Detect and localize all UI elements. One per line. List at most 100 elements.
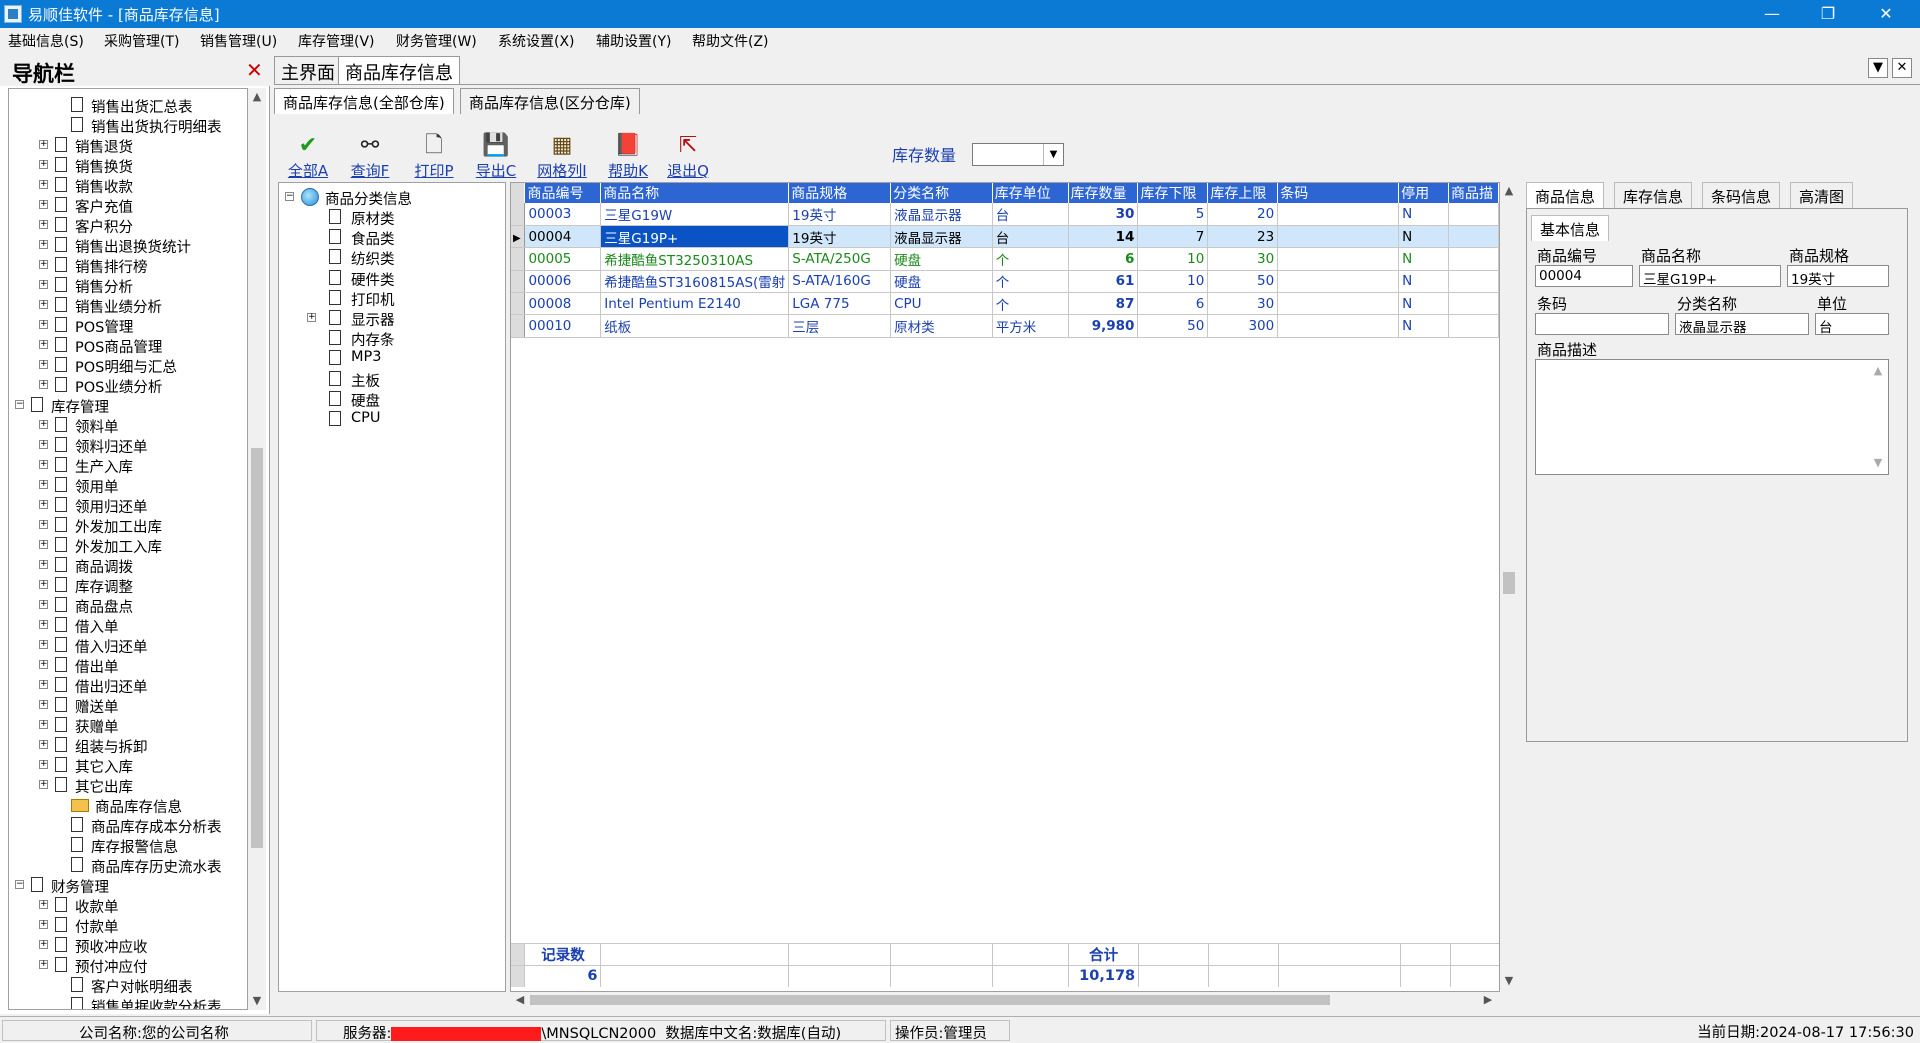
- stock-qty-select[interactable]: ▼: [972, 143, 1064, 166]
- table-cell[interactable]: 个: [992, 292, 1069, 316]
- expand-icon[interactable]: +: [39, 660, 48, 669]
- table-cell[interactable]: N: [1398, 225, 1449, 249]
- nav-item[interactable]: + 销售分析: [9, 275, 247, 296]
- menu-purchase[interactable]: 采购管理(T): [104, 31, 179, 51]
- nav-item[interactable]: + 其它入库: [9, 755, 247, 776]
- table-cell[interactable]: 7: [1137, 225, 1209, 249]
- expand-icon[interactable]: +: [39, 960, 48, 969]
- table-row[interactable]: 00008 Intel Pentium E2140 LGA 775 CPU 个 87 6 30…: [511, 292, 1499, 316]
- table-cell[interactable]: N: [1398, 270, 1449, 294]
- desc-scroll-up-icon[interactable]: ▲: [1870, 364, 1886, 377]
- name-field[interactable]: 三星G19P+: [1639, 265, 1781, 287]
- expand-icon[interactable]: +: [39, 340, 48, 349]
- nav-item[interactable]: + 借出归还单: [9, 675, 247, 696]
- desc-scroll-down-icon[interactable]: ▼: [1870, 456, 1886, 469]
- table-cell[interactable]: 61: [1068, 270, 1139, 294]
- menu-basic-info[interactable]: 基础信息(S): [8, 31, 84, 51]
- subtab-by-warehouse[interactable]: 商品库存信息(区分仓库): [460, 88, 640, 114]
- table-cell[interactable]: 液晶显示器: [890, 225, 993, 249]
- table-cell[interactable]: 三层: [788, 314, 892, 338]
- toolbar-button[interactable]: ▦ 网格列I: [532, 132, 592, 181]
- toolbar-button[interactable]: ✔ 全部A: [278, 132, 338, 181]
- table-cell[interactable]: 14: [1068, 225, 1139, 249]
- table-cell[interactable]: 三星G19W: [600, 203, 790, 226]
- table-row[interactable]: 00010 纸板 三层 原材类 平方米 9,980 50 300 N: [511, 314, 1499, 338]
- tab-inventory-info[interactable]: 商品库存信息: [338, 56, 460, 84]
- expand-icon[interactable]: +: [39, 500, 48, 509]
- expand-icon[interactable]: +: [39, 180, 48, 189]
- nav-item[interactable]: + 销售换货: [9, 155, 247, 176]
- row-indicator[interactable]: [511, 270, 526, 294]
- expand-icon[interactable]: +: [39, 320, 48, 329]
- expand-icon[interactable]: +: [39, 520, 48, 529]
- table-cell[interactable]: 原材类: [890, 314, 993, 338]
- tab-dropdown-icon[interactable]: ▼: [1868, 58, 1888, 78]
- grid-scroll-down-icon[interactable]: ▼: [1501, 974, 1517, 987]
- table-cell[interactable]: 30: [1207, 247, 1279, 271]
- table-cell[interactable]: 30: [1068, 203, 1139, 226]
- expand-icon[interactable]: +: [39, 280, 48, 289]
- table-cell[interactable]: 50: [1207, 270, 1279, 294]
- grid-scroll-left-icon[interactable]: ◀: [512, 993, 528, 1006]
- category-item[interactable]: 纺织类: [279, 247, 505, 268]
- table-cell[interactable]: 5: [1137, 203, 1209, 226]
- expand-icon[interactable]: +: [39, 940, 48, 949]
- nav-item[interactable]: + POS业绩分析: [9, 375, 247, 396]
- chevron-down-icon[interactable]: ▼: [1043, 144, 1063, 165]
- expand-icon[interactable]: +: [39, 560, 48, 569]
- barcode-field[interactable]: [1535, 313, 1669, 335]
- table-row[interactable]: 00006 希捷酷鱼ST3160815AS(雷射 S-ATA/160G 硬盘个 61 10…: [511, 270, 1499, 294]
- expand-icon[interactable]: +: [39, 760, 48, 769]
- table-cell[interactable]: N: [1398, 247, 1449, 271]
- table-cell[interactable]: 20: [1207, 203, 1279, 226]
- table-row[interactable]: 00005 希捷酷鱼ST3250310AS S-ATA/250G 硬盘个 6 10 30 N: [511, 247, 1499, 271]
- code-field[interactable]: 00004: [1535, 265, 1633, 287]
- tab-hd-image[interactable]: 高清图: [1790, 182, 1854, 208]
- nav-item[interactable]: + 预收冲应收: [9, 935, 247, 956]
- table-cell[interactable]: 23: [1207, 225, 1279, 249]
- table-cell[interactable]: 6: [1137, 292, 1209, 316]
- table-cell[interactable]: 希捷酷鱼ST3160815AS(雷射: [600, 270, 790, 294]
- column-header[interactable]: 库存单位: [992, 183, 1069, 203]
- table-cell[interactable]: [1277, 247, 1400, 271]
- expand-icon[interactable]: +: [39, 140, 48, 149]
- table-cell[interactable]: 00006: [524, 270, 602, 294]
- nav-item[interactable]: + 生产入库: [9, 455, 247, 476]
- row-indicator[interactable]: [511, 314, 526, 338]
- expand-icon[interactable]: +: [39, 620, 48, 629]
- category-item[interactable]: + 显示器: [279, 308, 505, 329]
- menu-system[interactable]: 系统设置(X): [498, 31, 575, 51]
- nav-item[interactable]: + 商品调拨: [9, 555, 247, 576]
- expand-icon[interactable]: +: [39, 700, 48, 709]
- expand-icon[interactable]: +: [39, 780, 48, 789]
- nav-item[interactable]: + 销售业绩分析: [9, 295, 247, 316]
- expand-icon[interactable]: +: [39, 440, 48, 449]
- table-cell[interactable]: 00010: [524, 314, 602, 338]
- table-cell[interactable]: 00005: [524, 247, 602, 271]
- table-cell[interactable]: 平方米: [992, 314, 1069, 338]
- table-row[interactable]: ▶ 00004 三星G19P+ 19英寸 液晶显示器台 14 7 23 N: [511, 225, 1499, 249]
- table-cell[interactable]: [1448, 314, 1499, 338]
- table-cell[interactable]: [1448, 225, 1499, 249]
- nav-item[interactable]: − 库存管理: [9, 395, 247, 416]
- nav-item[interactable]: + 获赠单: [9, 715, 247, 736]
- table-cell[interactable]: 三星G19P+: [600, 225, 790, 249]
- table-cell[interactable]: [1277, 292, 1400, 316]
- nav-item[interactable]: + 销售出退换货统计: [9, 235, 247, 256]
- collapse-icon[interactable]: −: [15, 400, 24, 409]
- row-indicator[interactable]: [511, 292, 526, 316]
- table-cell[interactable]: 硬盘: [890, 247, 993, 271]
- subtab-all-warehouses[interactable]: 商品库存信息(全部仓库): [274, 88, 454, 114]
- expand-icon[interactable]: +: [39, 360, 48, 369]
- row-indicator[interactable]: [511, 203, 526, 226]
- grid-vscroll-thumb[interactable]: [1503, 572, 1515, 594]
- toolbar-button[interactable]: ⚯ 查询F: [340, 132, 400, 181]
- nav-item[interactable]: + 销售排行榜: [9, 255, 247, 276]
- column-header[interactable]: 库存数量: [1068, 183, 1139, 203]
- toolbar-button[interactable]: 💾 导出C: [466, 132, 526, 181]
- section-basic-info[interactable]: 基本信息: [1531, 215, 1610, 241]
- column-header[interactable]: 商品描: [1448, 183, 1499, 203]
- table-cell[interactable]: [1277, 270, 1400, 294]
- table-cell[interactable]: 19英寸: [788, 225, 892, 249]
- nav-item[interactable]: + 商品盘点: [9, 595, 247, 616]
